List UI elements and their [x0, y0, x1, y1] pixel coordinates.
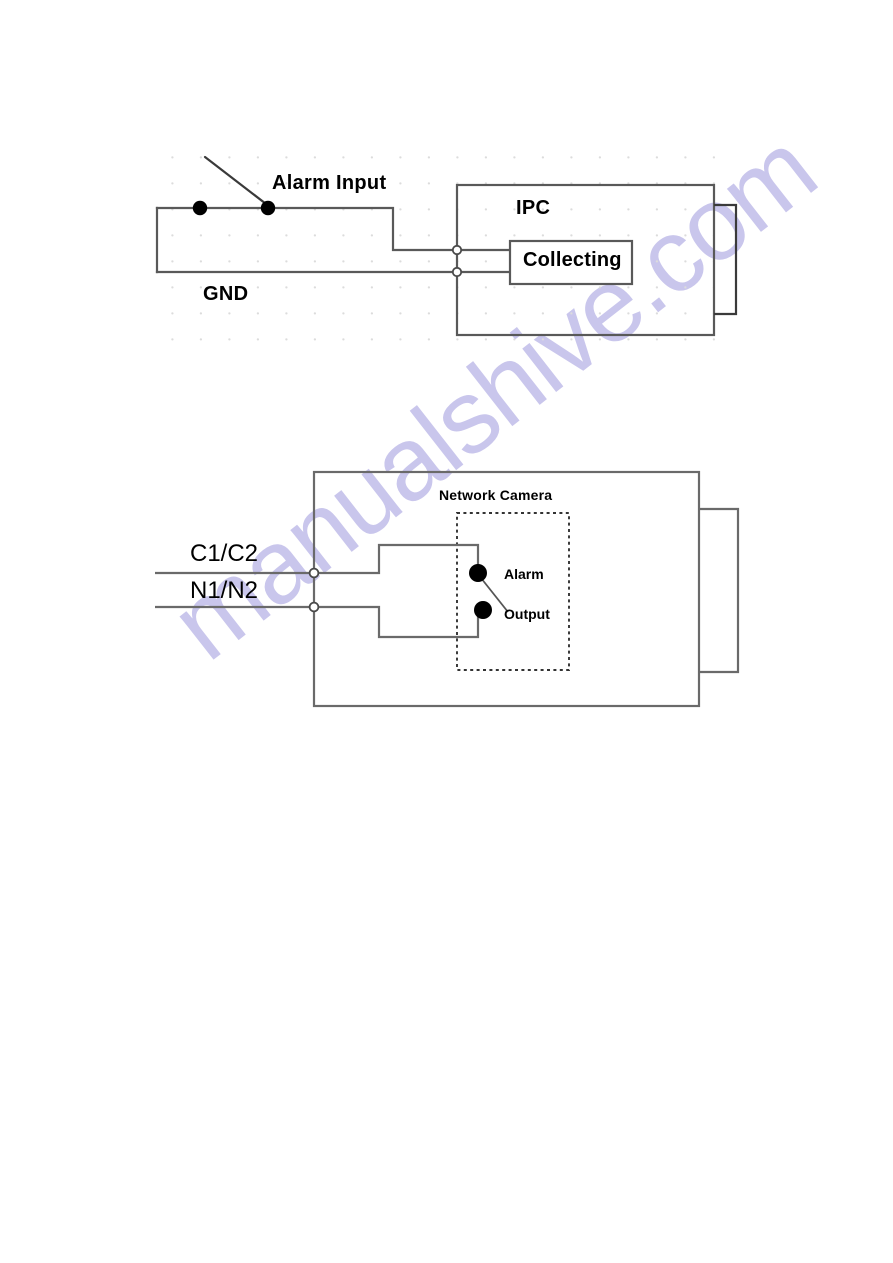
internal-wire-top — [314, 543, 480, 575]
ipc-label: IPC — [516, 197, 551, 219]
output-contact-node — [474, 601, 492, 619]
switch-fixed-contact-node — [192, 200, 208, 216]
network-camera-box — [312, 470, 701, 708]
page-canvas: manualshive.com Alarm Input GND IPC Coll… — [0, 0, 893, 1263]
network-camera-label: Network Camera — [439, 487, 553, 503]
c1c2-label: C1/C2 — [190, 540, 259, 567]
internal-wire-bottom — [314, 605, 480, 639]
alarm-contact-label: Alarm — [504, 566, 544, 582]
n-terminal-circle — [308, 601, 320, 613]
alarm-contact-node — [469, 564, 487, 582]
collecting-label: Collecting — [523, 249, 622, 271]
grid-background — [160, 146, 738, 342]
diagrams-vector-layer — [155, 146, 740, 708]
alarm-terminal-circle — [451, 244, 463, 256]
output-contact-label: Output — [504, 606, 550, 622]
gnd-label: GND — [203, 283, 249, 305]
network-camera-connector-tab — [699, 507, 740, 674]
n1n2-label: N1/N2 — [190, 577, 259, 604]
switch-moving-contact-node — [260, 200, 276, 216]
alarm-input-label: Alarm Input — [272, 172, 387, 194]
diagram-alarm-input — [155, 146, 738, 342]
relay-region-dashed-box — [456, 512, 570, 671]
gnd-terminal-circle — [451, 266, 463, 278]
c-terminal-circle — [308, 567, 320, 579]
